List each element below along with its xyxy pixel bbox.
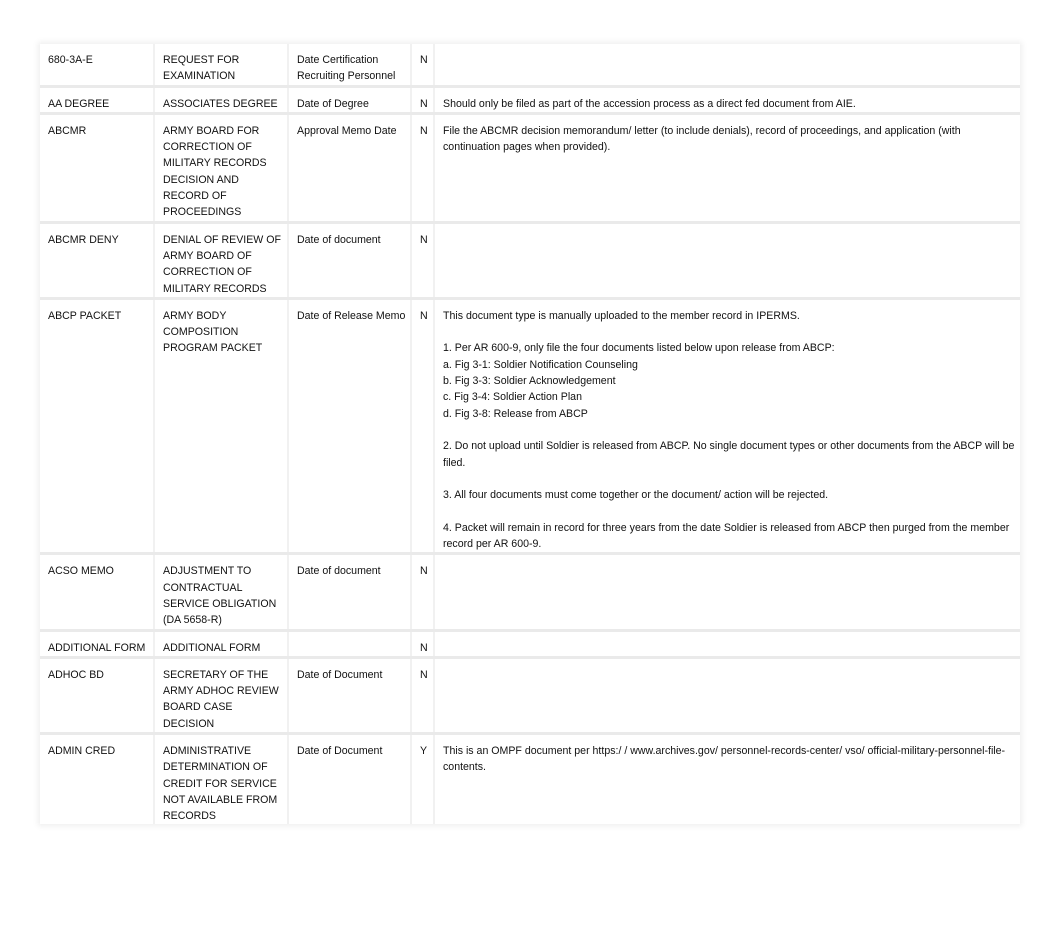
cell-title: ARMY BODY COMPOSITION PROGRAM PACKET: [154, 296, 289, 554]
cell-remarks: [434, 552, 1020, 630]
cell-remarks: [434, 655, 1020, 734]
cell-code: ABCMR DENY: [40, 220, 155, 299]
cell-code: 680-3A-E: [40, 44, 155, 87]
cell-title: ARMY BOARD FOR CORRECTION OF MILITARY RE…: [154, 111, 289, 223]
table-row: ABCP PACKET ARMY BODY COMPOSITION PROGRAM…: [40, 296, 1020, 554]
cell-flag: N: [411, 296, 435, 554]
cell-date: Date of document: [288, 220, 412, 299]
cell-title: ADDITIONAL FORM: [154, 628, 289, 658]
cell-code: ADHOC BD: [40, 655, 155, 734]
cell-code: ABCMR: [40, 111, 155, 223]
cell-title: ADJUSTMENT TO CONTRACTUAL SERVICE OBLIGA…: [154, 552, 289, 630]
cell-flag: N: [411, 220, 435, 299]
cell-date: [288, 628, 412, 658]
cell-date: Date of Degree: [288, 84, 412, 114]
cell-date: Date of Document: [288, 731, 412, 825]
cell-remarks: [434, 628, 1020, 658]
cell-title: ASSOCIATES DEGREE: [154, 84, 289, 114]
cell-date: Approval Memo Date: [288, 111, 412, 223]
cell-remarks: Should only be filed as part of the acce…: [434, 84, 1020, 114]
cell-remarks: [434, 220, 1020, 299]
cell-date: Date Certification Recruiting Personnel: [288, 44, 412, 87]
table-row: ACSO MEMO ADJUSTMENT TO CONTRACTUAL SERVI…: [40, 552, 1020, 630]
cell-code: ABCP PACKET: [40, 296, 155, 554]
cell-code: ACSO MEMO: [40, 552, 155, 630]
cell-code: ADDITIONAL FORM: [40, 628, 155, 658]
document-types-table: 680-3A-E REQUEST FOR EXAMINATION Date Cert…: [40, 44, 1020, 825]
cell-date: Date of Release Memo: [288, 296, 412, 554]
cell-flag: N: [411, 111, 435, 223]
cell-remarks: File the ABCMR decision memorandum/ lett…: [434, 111, 1020, 223]
cell-code: AA DEGREE: [40, 84, 155, 114]
cell-flag: N: [411, 655, 435, 734]
cell-date: Date of document: [288, 552, 412, 630]
cell-title: SECRETARY OF THE ARMY ADHOC REVIEW BOARD…: [154, 655, 289, 734]
cell-code: ADMIN CRED: [40, 731, 155, 825]
table-row: ABCMR DENY DENIAL OF REVIEW OF ARMY BOARD…: [40, 220, 1020, 299]
table-row: AA DEGREE ASSOCIATES DEGREE Date of Degree…: [40, 84, 1020, 114]
cell-flag: N: [411, 44, 435, 87]
table-row: ADHOC BD SECRETARY OF THE ARMY ADHOC REVI…: [40, 655, 1020, 734]
cell-date: Date of Document: [288, 655, 412, 734]
cell-flag: Y: [411, 731, 435, 825]
cell-flag: N: [411, 552, 435, 630]
cell-flag: N: [411, 628, 435, 658]
cell-remarks: This document type is manually uploaded …: [434, 296, 1020, 554]
table-row: ABCMR ARMY BOARD FOR CORRECTION OF MILITA…: [40, 111, 1020, 223]
cell-remarks: This is an OMPF document per https:/ / w…: [434, 731, 1020, 825]
table-row: ADMIN CRED ADMINISTRATIVE DETERMINATION O…: [40, 731, 1020, 825]
cell-remarks: [434, 44, 1020, 86]
cell-title: DENIAL OF REVIEW OF ARMY BOARD OF CORREC…: [154, 220, 289, 299]
cell-title: REQUEST FOR EXAMINATION: [154, 44, 289, 87]
cell-flag: N: [411, 84, 435, 114]
table-row: ADDITIONAL FORM ADDITIONAL FORM N: [40, 628, 1020, 658]
table-row: 680-3A-E REQUEST FOR EXAMINATION Date Cert…: [40, 44, 1020, 87]
cell-title: ADMINISTRATIVE DETERMINATION OF CREDIT F…: [154, 731, 289, 825]
